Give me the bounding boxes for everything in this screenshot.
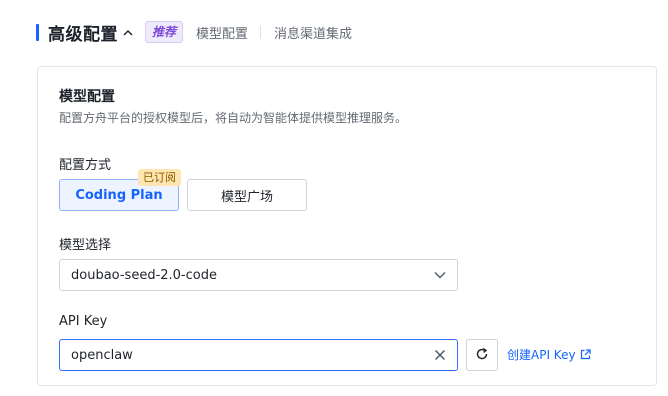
api-key-label: API Key: [59, 314, 108, 329]
model-select-label: 模型选择: [59, 238, 112, 253]
model-select[interactable]: doubao-seed-2.0-code: [59, 259, 458, 291]
api-key-input[interactable]: [71, 347, 434, 363]
refresh-button[interactable]: [466, 339, 498, 371]
create-api-key-link[interactable]: 创建API Key: [507, 346, 591, 363]
section-accent-bar: [36, 23, 39, 41]
external-link-icon: [580, 349, 591, 360]
card-title: 模型配置: [59, 89, 115, 105]
section-title: 高级配置: [48, 24, 118, 45]
option-model-plaza[interactable]: 模型广场: [187, 179, 307, 211]
section-header: 高级配置 推荐 模型配置 消息渠道集成: [36, 20, 352, 45]
create-api-key-label: 创建API Key: [507, 348, 576, 362]
subscribed-badge: 已订阅: [138, 169, 181, 186]
config-mode-label: 配置方式: [59, 158, 112, 173]
api-key-field[interactable]: [59, 339, 458, 371]
clear-icon[interactable]: [434, 349, 446, 361]
chevron-up-icon[interactable]: [123, 29, 133, 36]
card-description: 配置方舟平台的授权模型后，将自动为智能体提供模型推理服务。: [59, 111, 408, 125]
nav-divider: [260, 25, 262, 39]
recommend-tag: 推荐: [145, 21, 184, 43]
chevron-down-icon: [434, 268, 446, 283]
nav-link-model-config[interactable]: 模型配置: [196, 23, 248, 42]
refresh-icon: [475, 346, 489, 365]
nav-link-message-channel[interactable]: 消息渠道集成: [274, 23, 352, 42]
model-select-value: doubao-seed-2.0-code: [71, 267, 217, 283]
model-config-card: 模型配置 配置方舟平台的授权模型后，将自动为智能体提供模型推理服务。 配置方式 …: [37, 66, 657, 386]
